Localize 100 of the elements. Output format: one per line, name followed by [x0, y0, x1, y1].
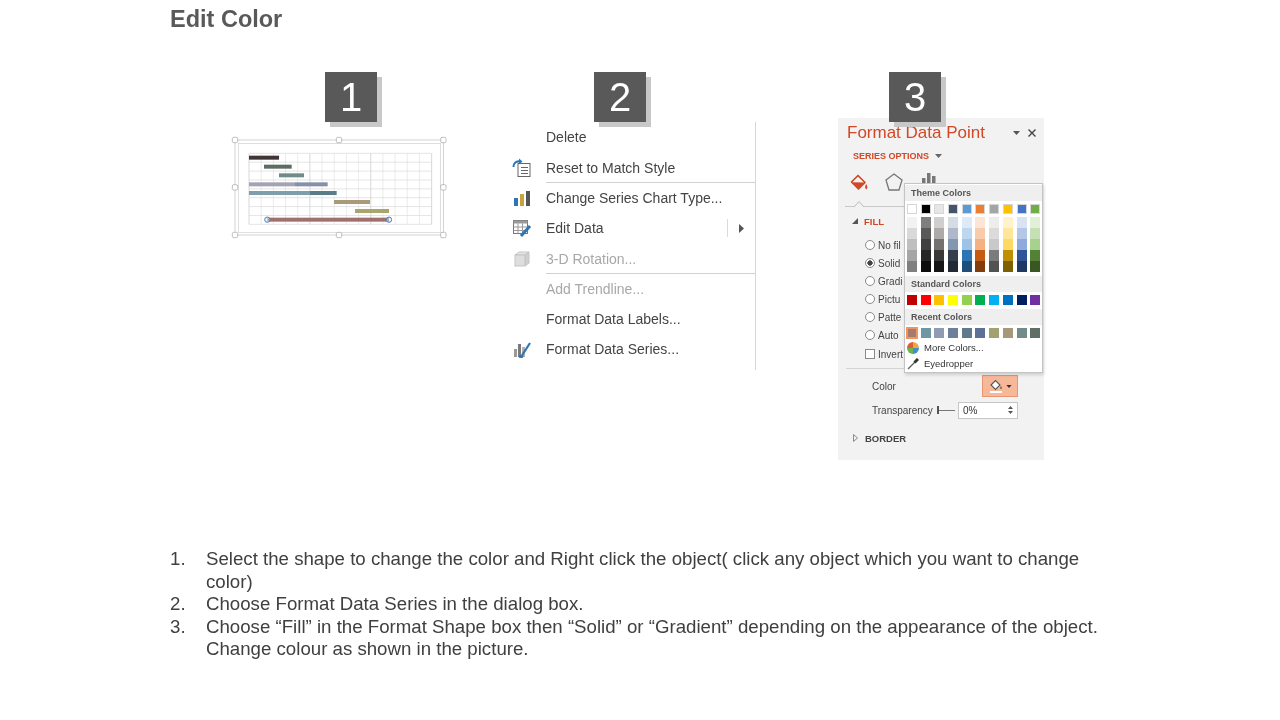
section-header[interactable]: BORDER [853, 432, 907, 444]
color-swatch[interactable] [948, 239, 959, 250]
color-swatch[interactable] [920, 217, 931, 228]
pane-tab[interactable] [883, 173, 905, 193]
radio-button[interactable] [865, 258, 875, 268]
color-button[interactable] [982, 375, 1018, 397]
color-swatch[interactable] [920, 294, 931, 305]
color-swatch[interactable] [948, 294, 959, 305]
color-swatch[interactable] [975, 217, 986, 228]
color-swatch[interactable] [1002, 294, 1013, 305]
color-swatch[interactable] [1016, 204, 1027, 214]
color-swatch[interactable] [989, 239, 1000, 250]
color-swatch[interactable] [948, 250, 959, 261]
color-swatch[interactable] [989, 327, 1000, 338]
color-swatch[interactable] [934, 294, 945, 305]
color-swatch[interactable] [907, 261, 917, 272]
color-swatch[interactable] [907, 239, 917, 250]
color-swatch[interactable] [906, 326, 918, 339]
color-swatch[interactable] [907, 250, 917, 261]
color-swatch[interactable] [907, 204, 917, 214]
color-swatch[interactable] [975, 239, 986, 250]
radio-button[interactable] [865, 294, 875, 304]
color-swatch[interactable] [1002, 250, 1013, 261]
color-swatch[interactable] [1002, 327, 1013, 338]
radio-button[interactable] [865, 312, 875, 322]
color-swatch[interactable] [1030, 217, 1041, 228]
color-swatch[interactable] [907, 228, 917, 239]
color-swatch[interactable] [948, 261, 959, 272]
series-options-dropdown[interactable]: SERIES OPTIONS [853, 150, 943, 162]
color-swatch[interactable] [1016, 327, 1027, 338]
color-swatch[interactable] [975, 250, 986, 261]
color-swatch[interactable] [961, 239, 972, 250]
color-swatch[interactable] [975, 294, 986, 305]
color-swatch[interactable] [1030, 294, 1041, 305]
color-swatch[interactable] [1002, 217, 1013, 228]
more-colors-item[interactable]: More Colors... [905, 340, 1042, 355]
color-swatch[interactable] [934, 250, 945, 261]
color-swatch[interactable] [961, 204, 972, 214]
menu-item[interactable]: Edit Data [510, 213, 755, 243]
color-swatch[interactable] [920, 250, 931, 261]
color-swatch[interactable] [989, 250, 1000, 261]
color-swatch[interactable] [920, 239, 931, 250]
color-swatch[interactable] [989, 294, 1000, 305]
radio-button[interactable] [865, 240, 875, 250]
color-swatch[interactable] [975, 327, 986, 338]
color-swatch[interactable] [989, 204, 1000, 214]
color-swatch[interactable] [961, 217, 972, 228]
color-swatch[interactable] [920, 327, 931, 338]
menu-item[interactable]: Format Data Labels... [510, 304, 755, 334]
menu-item[interactable]: Delete [510, 122, 755, 152]
color-swatch[interactable] [1002, 239, 1013, 250]
color-swatch[interactable] [1030, 261, 1041, 272]
color-swatch[interactable] [920, 261, 931, 272]
color-swatch[interactable] [934, 217, 945, 228]
color-swatch[interactable] [961, 261, 972, 272]
radio-button[interactable] [865, 276, 875, 286]
color-swatch[interactable] [961, 294, 972, 305]
color-swatch[interactable] [961, 327, 972, 338]
color-swatch[interactable] [1016, 261, 1027, 272]
close-icon[interactable] [1028, 128, 1036, 137]
color-swatch[interactable] [989, 261, 1000, 272]
color-swatch[interactable] [934, 239, 945, 250]
eyedropper-item[interactable]: Eyedropper [905, 356, 1042, 371]
color-swatch[interactable] [989, 228, 1000, 239]
color-swatch[interactable] [1002, 204, 1013, 214]
color-swatch[interactable] [934, 327, 945, 338]
color-swatch[interactable] [975, 261, 986, 272]
color-swatch[interactable] [989, 217, 1000, 228]
color-swatch[interactable] [934, 204, 945, 214]
color-swatch[interactable] [975, 228, 986, 239]
color-swatch[interactable] [1030, 204, 1041, 214]
color-swatch[interactable] [1030, 250, 1041, 261]
pane-tab[interactable] [848, 173, 870, 193]
menu-item[interactable]: Change Series Chart Type... [510, 183, 755, 213]
color-swatch[interactable] [948, 327, 959, 338]
color-swatch[interactable] [961, 228, 972, 239]
spin-arrows-icon[interactable] [1008, 405, 1013, 415]
spin-field[interactable]: 0% [958, 401, 1018, 419]
color-swatch[interactable] [934, 228, 945, 239]
color-swatch[interactable] [975, 204, 986, 214]
color-swatch[interactable] [1030, 239, 1041, 250]
color-swatch[interactable] [920, 228, 931, 239]
checkbox[interactable] [865, 349, 875, 359]
radio-button[interactable] [865, 330, 875, 340]
color-swatch[interactable] [920, 204, 931, 214]
color-swatch[interactable] [907, 217, 917, 228]
color-swatch[interactable] [1030, 228, 1041, 239]
color-swatch[interactable] [1002, 228, 1013, 239]
menu-item[interactable]: Format Data Series... [510, 334, 755, 364]
color-swatch[interactable] [1016, 217, 1027, 228]
color-swatch[interactable] [907, 294, 917, 305]
color-swatch[interactable] [1016, 250, 1027, 261]
color-swatch[interactable] [1002, 261, 1013, 272]
color-swatch[interactable] [1016, 294, 1027, 305]
color-swatch[interactable] [948, 204, 959, 214]
color-swatch[interactable] [934, 261, 945, 272]
section-header[interactable]: FILL [852, 215, 885, 227]
color-swatch[interactable] [1016, 239, 1027, 250]
color-swatch[interactable] [948, 228, 959, 239]
color-swatch[interactable] [948, 217, 959, 228]
